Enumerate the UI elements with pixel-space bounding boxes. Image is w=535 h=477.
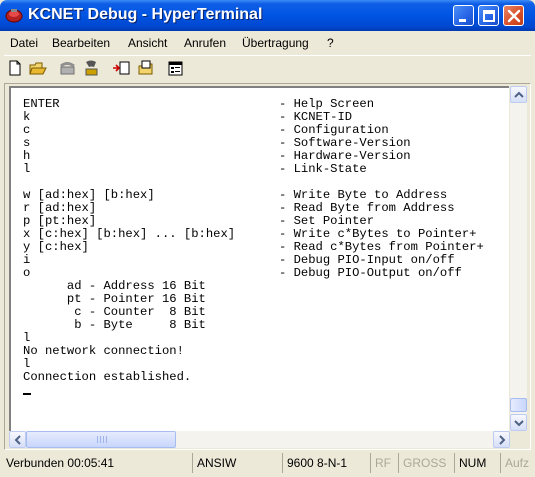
open-button[interactable] [28,59,48,77]
status-caps: GROSS [398,453,454,473]
chevron-up-icon [514,91,524,98]
close-button[interactable] [503,5,524,26]
menu-anrufen[interactable]: Anrufen [184,36,226,50]
chevron-left-icon [14,435,21,445]
scroll-right-button[interactable] [493,431,510,448]
scrollbar-corner [510,431,527,448]
terminal-line: Connection established. [23,370,192,384]
window-title: KCNET Debug - HyperTerminal [28,6,263,23]
terminal-screen[interactable]: ENTER - Help Screen k - KCNET-ID c - Con… [9,86,509,431]
call-button[interactable] [58,59,78,77]
terminal-line: b - Byte 8 Bit [23,318,206,332]
properties-icon [168,61,183,76]
status-capture: Aufz [500,453,535,473]
disconnect-button[interactable] [82,59,102,77]
status-bar: Verbunden 00:05:41 ANSIW 9600 8-N-1 RF G… [0,451,535,477]
receive-file-icon [138,60,153,75]
hyperterminal-app-icon[interactable] [5,7,23,23]
phone-call-icon [60,62,75,75]
status-scroll: RF [370,453,398,473]
horizontal-scrollbar[interactable] [9,431,510,448]
status-port-settings: 9600 8-N-1 [282,453,370,473]
scroll-down-button[interactable] [510,414,527,431]
menu-bearbeiten[interactable]: Bearbeiten [52,36,110,50]
menu-bar: Datei Bearbeiten Ansicht Anrufen Übertra… [4,33,531,53]
chevron-down-icon [514,420,524,427]
minimize-button[interactable] [453,5,474,26]
maximize-icon [483,10,495,22]
chevron-right-icon [499,435,506,445]
scroll-up-button[interactable] [510,86,527,103]
status-connection-time: Verbunden 00:05:41 [6,456,115,470]
vertical-scroll-thumb[interactable] [510,398,527,412]
disconnect-icon [85,60,98,76]
new-button[interactable] [6,59,26,77]
menu-help[interactable]: ? [327,36,334,50]
receive-button[interactable] [136,59,156,77]
vertical-scrollbar[interactable] [510,86,527,431]
new-file-icon [9,60,21,76]
send-file-icon [113,61,130,75]
close-icon [507,9,521,23]
scroll-left-button[interactable] [9,431,26,448]
toolbar [4,55,531,81]
text-cursor [23,393,31,395]
menu-ansicht[interactable]: Ansicht [128,36,167,50]
terminal-line: l - Link-State [23,162,367,176]
properties-button[interactable] [166,59,186,77]
open-folder-icon [29,62,47,75]
title-bar[interactable]: KCNET Debug - HyperTerminal [0,0,535,31]
status-num: NUM [454,453,500,473]
maximize-button[interactable] [478,5,499,26]
horizontal-scroll-thumb[interactable] [26,431,176,448]
minimize-icon [459,19,466,22]
send-button[interactable] [112,59,132,77]
terminal-line: No network connection! [23,344,184,358]
status-emulation: ANSIW [192,453,280,473]
menu-uebertragung[interactable]: Übertragung [242,36,309,50]
menu-datei[interactable]: Datei [10,36,38,50]
